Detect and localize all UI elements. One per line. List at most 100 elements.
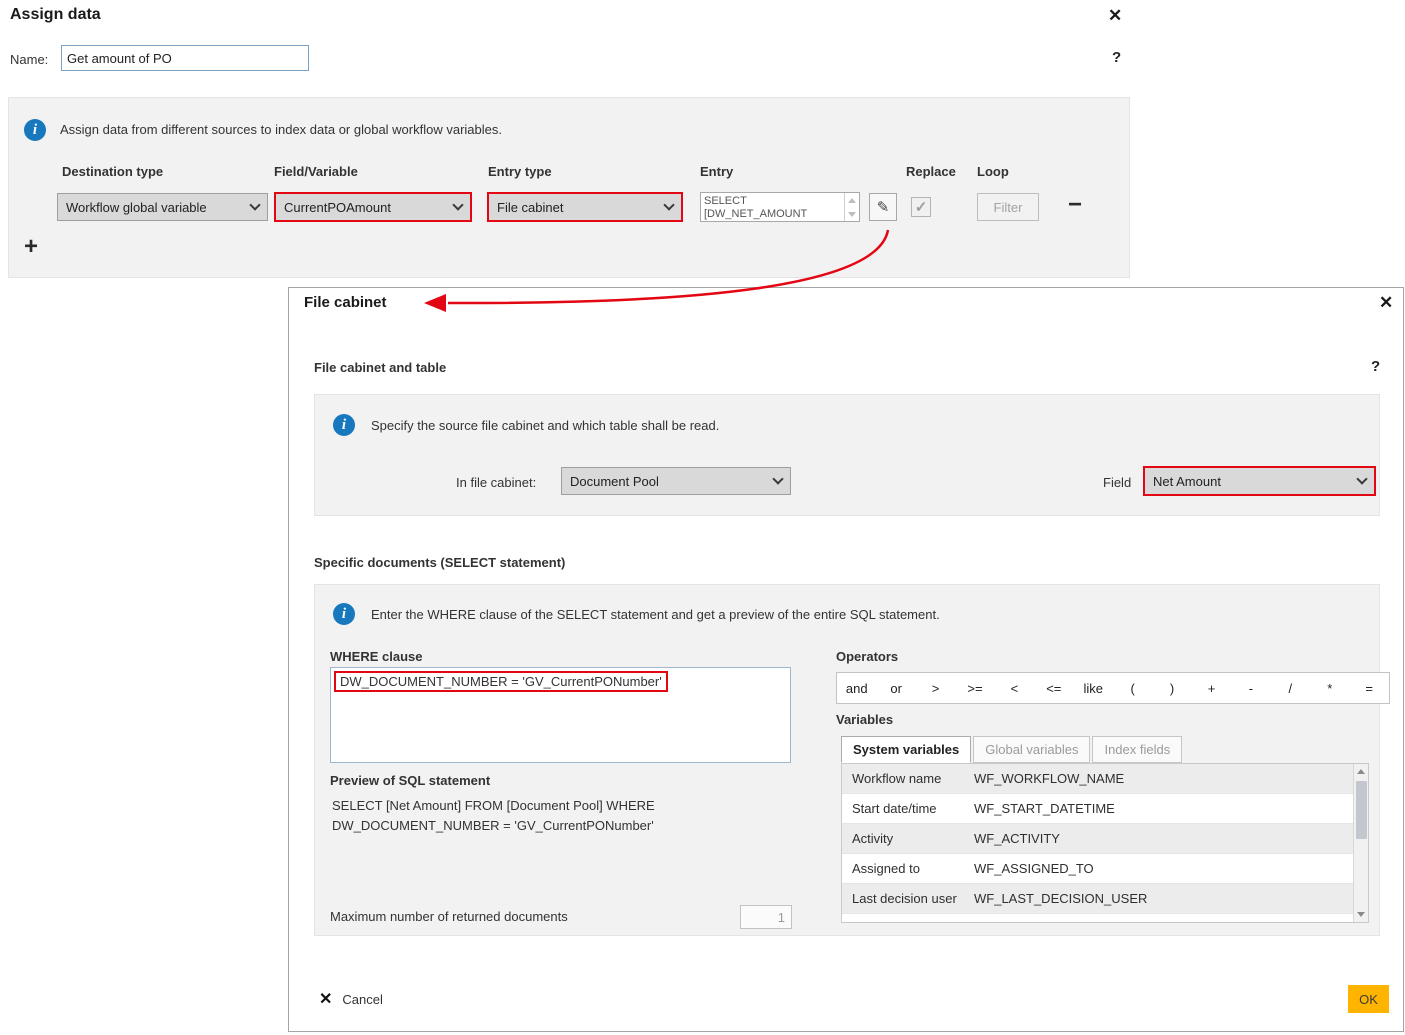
entry-preview-text: SELECT [DW_NET_AMOUNT [701,193,844,221]
fc-info-text: Specify the source file cabinet and whic… [371,418,719,433]
variables-label: Variables [836,712,893,727]
file-cabinet-dropdown[interactable]: Document Pool [561,467,791,495]
field-variable-dropdown[interactable]: CurrentPOAmount [274,192,472,222]
entry-type-value: File cabinet [497,200,563,215]
variable-name: Start date/time [842,801,974,816]
field-value: Net Amount [1153,474,1221,489]
col-replace: Replace [906,164,956,179]
add-row-button[interactable]: + [24,233,38,261]
check-icon: ✓ [915,198,928,216]
where-clause-input[interactable]: DW_DOCUMENT_NUMBER = 'GV_CurrentPONumber… [330,667,791,763]
info-icon: i [333,603,355,625]
entry-line2: [DW_NET_AMOUNT [704,208,841,221]
chevron-down-icon [772,473,783,484]
operator-button[interactable]: = [1349,681,1388,696]
section-file-cabinet-and-table: File cabinet and table [314,360,446,375]
operator-button[interactable]: + [1192,681,1231,696]
operator-button[interactable]: < [995,681,1034,696]
variable-value: WF_ACTIVITY [974,831,1368,846]
variable-value: WF_WORKFLOW_NAME [974,771,1368,786]
tab-index-fields[interactable]: Index fields [1092,736,1182,763]
scroll-up-icon[interactable] [1357,769,1365,774]
help-icon[interactable]: ? [1112,49,1121,66]
preview-sql-line1: SELECT [Net Amount] FROM [Document Pool]… [332,798,655,813]
workflow-designer-page: Assign data ✕ Name: ? i Assign data from… [0,0,1405,1035]
field-label: Field [1103,475,1131,490]
cancel-button[interactable]: ✕ Cancel [319,989,383,1009]
filter-button[interactable]: Filter [977,193,1039,221]
operator-button[interactable]: - [1231,681,1270,696]
operator-button[interactable]: / [1271,681,1310,696]
entry-spinner[interactable] [844,193,859,221]
variables-table: Workflow name WF_WORKFLOW_NAME Start dat… [841,763,1369,923]
name-label: Name: [10,52,48,67]
chevron-down-icon [249,199,260,210]
entry-preview-box[interactable]: SELECT [DW_NET_AMOUNT [700,192,860,222]
where-clause-value: DW_DOCUMENT_NUMBER = 'GV_CurrentPONumber… [340,674,662,689]
chevron-down-icon [1356,473,1367,484]
replace-checkbox[interactable]: ✓ [911,197,931,217]
operator-button[interactable]: > [916,681,955,696]
filter-button-label: Filter [994,200,1023,215]
variable-name: Assigned to [842,861,974,876]
file-cabinet-dialog: File cabinet ✕ File cabinet and table ? … [288,287,1404,1032]
spinner-up-icon[interactable] [848,198,856,203]
tab-system-variables[interactable]: System variables [841,736,971,763]
spinner-down-icon[interactable] [848,212,856,217]
close-icon[interactable]: ✕ [1379,293,1393,313]
col-field-variable: Field/Variable [274,164,358,179]
remove-row-button[interactable]: − [1068,191,1082,219]
entry-line1: SELECT [704,195,841,208]
help-icon[interactable]: ? [1371,358,1380,375]
operator-button[interactable]: and [837,681,876,696]
col-loop: Loop [977,164,1009,179]
max-docs-input[interactable] [740,905,792,929]
table-row[interactable]: Assigned to WF_ASSIGNED_TO [842,854,1368,884]
table-row[interactable]: Start date/time WF_START_DATETIME [842,794,1368,824]
variable-name: Last decision user [842,891,974,906]
entry-type-dropdown[interactable]: File cabinet [487,192,683,222]
destination-type-value: Workflow global variable [66,200,207,215]
variable-value: WF_START_DATETIME [974,801,1368,816]
operator-button[interactable]: >= [955,681,994,696]
scroll-down-icon[interactable] [1357,912,1365,917]
chevron-down-icon [663,199,674,210]
edit-entry-button[interactable]: ✎ [869,193,897,221]
scrollbar-thumb[interactable] [1356,781,1367,839]
operator-button[interactable]: like [1074,681,1113,696]
operator-button[interactable]: ) [1152,681,1191,696]
variable-value: WF_ASSIGNED_TO [974,861,1368,876]
chevron-down-icon [452,199,463,210]
preview-sql-label: Preview of SQL statement [330,773,490,788]
field-variable-value: CurrentPOAmount [284,200,391,215]
operator-button[interactable]: or [876,681,915,696]
pencil-icon: ✎ [877,198,890,216]
table-row[interactable]: Activity WF_ACTIVITY [842,824,1368,854]
destination-type-dropdown[interactable]: Workflow global variable [57,193,268,221]
table-row[interactable]: Workflow name WF_WORKFLOW_NAME [842,764,1368,794]
field-dropdown[interactable]: Net Amount [1143,466,1376,496]
ok-button[interactable]: OK [1348,985,1389,1013]
where-clause-label: WHERE clause [330,649,422,664]
variables-tabs: System variables Global variables Index … [841,736,1184,763]
operators-bar: and or > >= < <= like ( ) + - / * = [836,672,1390,704]
col-entry-type: Entry type [488,164,552,179]
name-input[interactable] [61,45,309,71]
file-cabinet-value: Document Pool [570,474,659,489]
operator-button[interactable]: * [1310,681,1349,696]
table-row[interactable]: Last decision user WF_LAST_DECISION_USER [842,884,1368,914]
operator-button[interactable]: <= [1034,681,1073,696]
variable-name: Activity [842,831,974,846]
tab-global-variables[interactable]: Global variables [973,736,1090,763]
assign-data-title: Assign data [10,6,101,24]
col-destination-type: Destination type [62,164,163,179]
close-icon[interactable]: ✕ [1108,6,1122,26]
variable-name: Workflow name [842,771,974,786]
section-specific-documents: Specific documents (SELECT statement) [314,555,565,570]
operators-label: Operators [836,649,898,664]
table-scrollbar[interactable] [1353,764,1368,922]
operator-button[interactable]: ( [1113,681,1152,696]
col-entry: Entry [700,164,733,179]
info-icon: i [333,414,355,436]
select-info-text: Enter the WHERE clause of the SELECT sta… [371,607,940,622]
